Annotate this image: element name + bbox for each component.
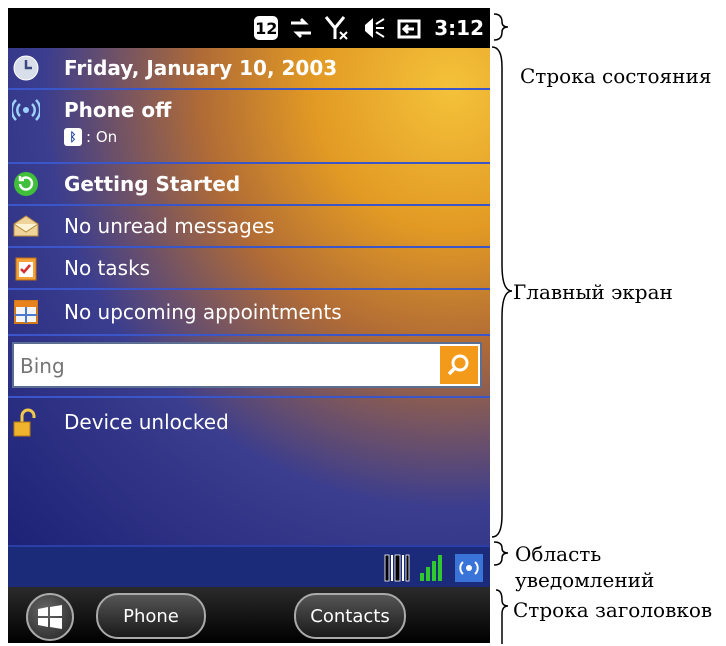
today-screen: Friday, January 10, 2003 Phone off ᛒ : O… <box>8 48 490 545</box>
search-button[interactable] <box>440 346 478 384</box>
device-lock-row[interactable]: Device unlocked <box>8 396 490 446</box>
home-screen-label: Главный экран <box>513 280 673 304</box>
bluetooth-icon: ᛒ <box>64 128 82 146</box>
title-bar-label: Строка заголовков <box>513 598 713 622</box>
search-input[interactable] <box>18 348 432 384</box>
phone-row[interactable]: Phone off ᛒ : On <box>8 90 490 164</box>
start-button[interactable] <box>26 593 74 641</box>
appointments-row[interactable]: No upcoming appointments <box>8 290 490 336</box>
phone-softkey[interactable]: Phone <box>96 593 206 639</box>
volume-mute-icon[interactable] <box>360 15 386 41</box>
notification-area-brace <box>493 541 509 566</box>
appointments-text: No upcoming appointments <box>64 300 342 324</box>
clock-icon <box>12 54 40 82</box>
status-bar: 12 3:12 <box>8 8 490 48</box>
getting-started-row[interactable]: Getting Started <box>8 164 490 206</box>
calendar-icon <box>12 298 40 326</box>
title-bar-brace <box>495 589 509 644</box>
date-text: Friday, January 10, 2003 <box>64 56 338 80</box>
wireless-manager-icon[interactable] <box>454 553 484 587</box>
status-bar-label: Строка состояния <box>520 64 712 88</box>
tasks-clipboard-icon <box>12 254 40 282</box>
status-icons: 12 3:12 <box>254 8 484 48</box>
windows-logo-icon <box>38 605 62 629</box>
device-status-text: Device unlocked <box>64 410 229 434</box>
notification-area <box>8 545 490 589</box>
notification-count-badge[interactable]: 12 <box>254 16 279 40</box>
barcode-icon[interactable] <box>384 553 410 587</box>
messages-row[interactable]: No unread messages <box>8 206 490 248</box>
status-bar-brace <box>493 13 509 41</box>
taskbar: Phone Contacts <box>8 587 490 643</box>
bing-search-box[interactable] <box>12 342 482 388</box>
power-plug-icon[interactable] <box>396 15 422 41</box>
notification-icons <box>384 553 484 587</box>
signal-strength-icon[interactable] <box>418 553 446 587</box>
wireless-signal-icon <box>10 96 42 124</box>
getting-started-text: Getting Started <box>64 172 241 196</box>
getting-started-icon <box>12 170 40 198</box>
contacts-softkey[interactable]: Contacts <box>294 593 406 639</box>
tasks-text: No tasks <box>64 256 151 280</box>
messages-text: No unread messages <box>64 214 275 238</box>
notification-area-label-line1: Область <box>515 542 602 566</box>
phone-status-text: Phone off <box>64 98 172 122</box>
phone-screen: 12 3:12 Friday, January 10, 2003 Phone o… <box>8 8 490 643</box>
tasks-row[interactable]: No tasks <box>8 248 490 290</box>
no-signal-icon[interactable] <box>324 15 350 41</box>
clock[interactable]: 3:12 <box>434 16 484 40</box>
data-transfer-icon[interactable] <box>288 15 314 41</box>
bluetooth-state-text: : On <box>86 128 118 146</box>
search-icon <box>447 354 469 376</box>
notification-area-label-line2: уведомлений <box>515 568 655 592</box>
unlocked-padlock-icon <box>12 408 40 437</box>
bluetooth-status: ᛒ : On <box>64 128 117 146</box>
date-row[interactable]: Friday, January 10, 2003 <box>8 48 490 90</box>
envelope-icon <box>12 212 40 240</box>
